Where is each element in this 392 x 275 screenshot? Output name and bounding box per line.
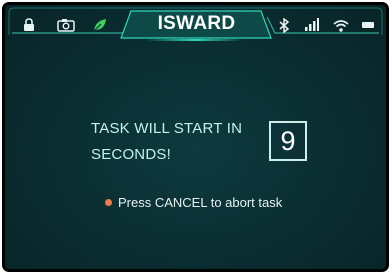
battery-icon <box>360 16 376 34</box>
countdown-message-line1: TASK WILL START IN <box>91 120 243 137</box>
hint-dot-icon <box>105 198 112 206</box>
bluetooth-icon <box>277 16 291 34</box>
camera-icon <box>56 16 76 34</box>
page-title: ISWARD <box>157 13 236 34</box>
countdown-message-line2: SECONDS! <box>91 146 171 163</box>
countdown-value: 9 <box>269 121 307 161</box>
status-bar: ISWARD <box>5 5 386 43</box>
leaf-icon <box>91 16 109 34</box>
screen: ISWARD TASK WILL START IN SECONDS! 9 Pre… <box>5 5 386 269</box>
hint-text: Press CANCEL to abort task <box>118 194 283 210</box>
lock-icon <box>21 16 37 34</box>
cancel-hint: Press CANCEL to abort task <box>105 193 282 211</box>
device-frame: ISWARD TASK WILL START IN SECONDS! 9 Pre… <box>2 2 389 272</box>
wifi-icon <box>332 16 350 34</box>
signal-icon <box>303 16 319 34</box>
